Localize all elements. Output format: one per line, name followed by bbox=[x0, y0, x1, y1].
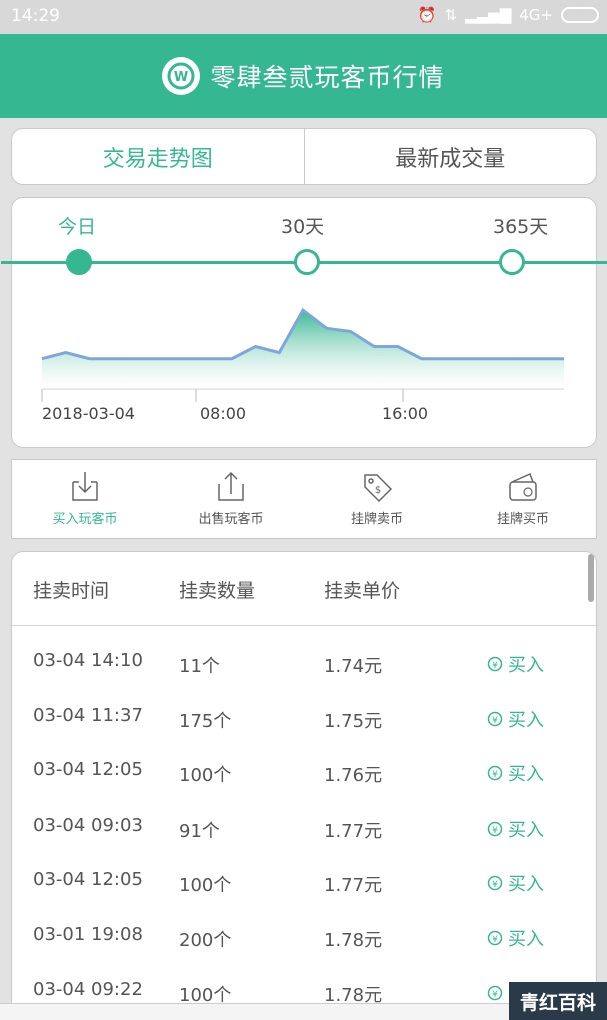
coin-icon: ¥ bbox=[487, 930, 503, 946]
buy-label: 买入 bbox=[508, 710, 544, 731]
buy-button[interactable]: ¥ 买入 bbox=[487, 760, 544, 786]
buy-label: 买入 bbox=[508, 874, 544, 895]
list-sell-label: 挂牌卖币 bbox=[350, 512, 403, 527]
buy-button[interactable]: ¥ 买入 bbox=[487, 651, 544, 677]
list-sell-button[interactable]: $ 挂牌卖币 bbox=[304, 460, 450, 538]
table-row: 03-04 14:10 11个 1.74元 ¥ 买入 bbox=[12, 650, 596, 705]
svg-text:¥: ¥ bbox=[492, 770, 498, 780]
table-row: 03-04 12:05 100个 1.77元 ¥ 买入 bbox=[12, 869, 596, 924]
buy-coin-label: 买入玩客币 bbox=[52, 512, 118, 527]
row-time: 03-04 14:10 bbox=[33, 650, 143, 671]
row-quantity: 11个 bbox=[179, 656, 220, 677]
battery-icon bbox=[561, 7, 599, 23]
x-tick-label-date: 2018-03-04 bbox=[42, 404, 135, 423]
row-quantity: 91个 bbox=[179, 821, 220, 842]
status-bar: 14:29 ⏰ ⇅ ▂▃▅▇ 4G+ bbox=[0, 0, 607, 34]
watermark: 青红百科 bbox=[509, 982, 607, 1020]
tab-latest-volume[interactable]: 最新成交量 bbox=[305, 129, 597, 184]
upload-tray-icon bbox=[218, 471, 244, 501]
buy-label: 买入 bbox=[508, 820, 544, 841]
download-tray-icon bbox=[72, 472, 98, 501]
buy-button[interactable]: ¥ 买入 bbox=[487, 925, 544, 951]
row-price: 1.77元 bbox=[324, 821, 383, 842]
page-title: 零肆叁贰玩客币行情 bbox=[210, 63, 445, 92]
buy-button[interactable]: ¥ 买入 bbox=[487, 870, 544, 896]
status-icons: ⏰ ⇅ ▂▃▅▇ 4G+ bbox=[418, 6, 599, 24]
network-type: 4G+ bbox=[519, 6, 553, 24]
wanke-logo-icon: W bbox=[162, 57, 201, 95]
buy-label: 买入 bbox=[508, 929, 544, 950]
coin-icon: ¥ bbox=[487, 985, 503, 1001]
table-row: 03-04 11:37 175个 1.75元 ¥ 买入 bbox=[12, 705, 596, 760]
coin-icon: ¥ bbox=[487, 711, 503, 727]
trend-area bbox=[42, 310, 564, 389]
scrollbar[interactable] bbox=[588, 554, 594, 602]
svg-text:¥: ¥ bbox=[492, 880, 498, 890]
app-header: W 零肆叁贰玩客币行情 bbox=[0, 34, 607, 118]
chart-panel: 今日 30天 365天 2018-03-04 08:00 16:00 bbox=[1, 197, 607, 448]
table-header: 挂卖时间 挂卖数量 挂卖单价 bbox=[12, 552, 596, 626]
row-quantity: 175个 bbox=[179, 711, 232, 732]
list-buy-label: 挂牌买币 bbox=[496, 512, 549, 527]
action-bar: 买入玩客币 出售玩客币 $ 挂牌卖币 挂牌买币 bbox=[11, 459, 597, 539]
table-row: 03-01 19:08 200个 1.78元 ¥ 买入 bbox=[12, 924, 596, 979]
x-tick-label-0800: 08:00 bbox=[200, 404, 247, 423]
buy-button[interactable]: ¥ 买入 bbox=[487, 816, 544, 842]
column-header-time: 挂卖时间 bbox=[33, 580, 110, 602]
wallet-icon bbox=[509, 472, 537, 501]
coin-icon: ¥ bbox=[487, 656, 503, 672]
coin-icon: ¥ bbox=[487, 765, 503, 781]
buy-label: 买入 bbox=[508, 764, 544, 785]
row-time: 03-04 12:05 bbox=[33, 869, 143, 890]
row-quantity: 100个 bbox=[179, 765, 232, 786]
row-time: 03-04 11:37 bbox=[33, 705, 143, 726]
view-tabs: 交易走势图 最新成交量 bbox=[11, 128, 597, 185]
buy-label: 买入 bbox=[508, 655, 544, 676]
coin-icon: ¥ bbox=[487, 821, 503, 837]
column-header-quantity: 挂卖数量 bbox=[179, 580, 256, 602]
row-price: 1.77元 bbox=[324, 875, 383, 896]
row-price: 1.74元 bbox=[324, 656, 383, 677]
price-tag-icon: $ bbox=[364, 474, 393, 503]
alarm-icon: ⏰ bbox=[417, 6, 437, 24]
svg-text:¥: ¥ bbox=[492, 716, 498, 726]
column-header-price: 挂卖单价 bbox=[324, 580, 401, 602]
row-time: 03-04 09:22 bbox=[33, 979, 143, 1000]
tab-trend-chart[interactable]: 交易走势图 bbox=[12, 129, 304, 184]
svg-text:W: W bbox=[174, 70, 188, 85]
sell-coin-button[interactable]: 出售玩客币 bbox=[158, 460, 304, 538]
svg-text:¥: ¥ bbox=[492, 661, 498, 671]
buy-button[interactable]: ¥ 买入 bbox=[487, 706, 544, 732]
row-price: 1.76元 bbox=[324, 765, 383, 786]
status-time: 14:29 bbox=[11, 6, 60, 26]
sell-coin-label: 出售玩客币 bbox=[198, 512, 264, 527]
x-tick-label-1600: 16:00 bbox=[382, 404, 429, 423]
row-quantity: 200个 bbox=[179, 930, 232, 951]
signal-icon: ▂▃▅▇ bbox=[465, 6, 512, 24]
list-buy-button[interactable]: 挂牌买币 bbox=[450, 460, 596, 538]
svg-text:¥: ¥ bbox=[492, 990, 498, 1000]
coin-icon: ¥ bbox=[487, 875, 503, 891]
row-time: 03-01 19:08 bbox=[33, 924, 143, 945]
sell-listing-table: 挂卖时间 挂卖数量 挂卖单价 03-04 14:10 11个 1.74元 ¥ 买入… bbox=[11, 551, 597, 1011]
buy-coin-button[interactable]: 买入玩客币 bbox=[12, 460, 158, 538]
row-quantity: 100个 bbox=[179, 875, 232, 896]
row-time: 03-04 12:05 bbox=[33, 759, 143, 780]
row-price: 1.78元 bbox=[324, 930, 383, 951]
data-transfer-icon: ⇅ bbox=[444, 6, 458, 24]
svg-text:$: $ bbox=[375, 485, 381, 496]
row-time: 03-04 09:03 bbox=[33, 815, 143, 836]
svg-text:¥: ¥ bbox=[492, 935, 498, 945]
row-price: 1.75元 bbox=[324, 711, 383, 732]
table-row: 03-04 12:05 100个 1.76元 ¥ 买入 bbox=[12, 759, 596, 814]
svg-text:¥: ¥ bbox=[492, 826, 498, 836]
table-row: 03-04 09:03 91个 1.77元 ¥ 买入 bbox=[12, 815, 596, 870]
